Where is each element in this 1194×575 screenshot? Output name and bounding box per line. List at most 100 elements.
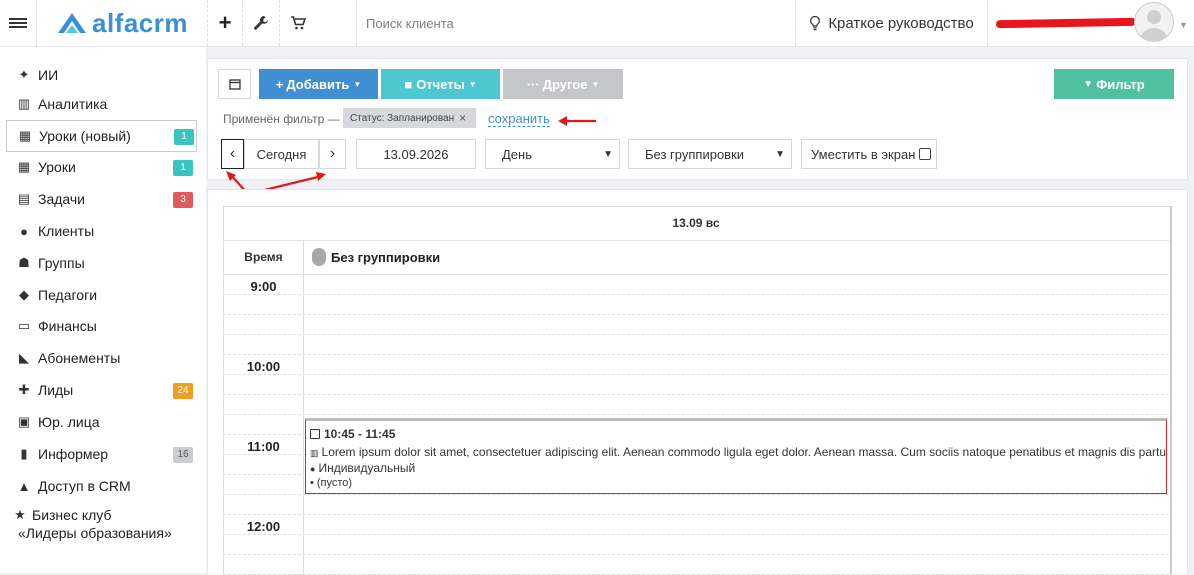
lesson-event-card[interactable]: 10:45 - 11:45 ▥ Lorem ipsum dolor sit ame… [305,418,1167,494]
grid-line [223,554,1169,555]
fit-screen-checkbox[interactable] [919,148,932,160]
view-select[interactable]: День ▼ [485,139,620,169]
event-type: Индивидуальный [318,461,416,475]
calendar-toggle-button[interactable] [218,69,251,99]
sidebar-item-label: Аналитика [38,96,108,112]
briefcase-icon: ▣ [17,414,31,429]
event-description: Lorem ipsum dolor sit amet, consectetuer… [321,445,1167,459]
sidebar-item-9[interactable]: ◣ Абонементы [6,343,195,373]
grid-line [223,534,1169,535]
sidebar-item-8[interactable]: ▭ Финансы [6,311,195,341]
sidebar-item-12[interactable]: ▮ Информер 16 [6,439,195,469]
grouping-select[interactable]: Без группировки ▼ [628,139,792,169]
sidebar-item-label: Группы [38,255,85,271]
logo-icon [58,13,86,33]
add-icon[interactable]: + [208,0,242,46]
wrench-icon[interactable] [243,0,279,46]
time-column-header: Время [244,250,283,264]
sidebar-item-2[interactable]: ▦ Уроки (новый) 1 [6,120,197,152]
sidebar-item-label: Лиды [38,382,74,398]
sidebar-item-label: Информер [38,446,109,462]
close-icon[interactable]: × [459,111,466,125]
map-icon: ▥ [310,448,319,458]
save-filter-link[interactable]: сохранить [488,112,550,127]
bullet-icon: • [310,477,314,489]
reports-label: Отчеты [416,76,465,92]
avatar[interactable] [1134,2,1174,42]
count-badge: 1 [173,160,193,176]
filter-chip-label: Статус: Запланирован [350,112,455,124]
filter-button[interactable]: ▼ Фильтр [1054,69,1174,99]
sidebar-item-label: Юр. лица [38,414,100,430]
grid-line [303,240,304,573]
lock-icon: ▲ [17,478,31,494]
view-select-value: День [502,146,532,162]
logo[interactable]: alfacrm [56,0,191,46]
applied-filter-label: Применён фильтр — [223,112,340,126]
grid-line [223,394,1169,395]
divider [36,0,37,46]
grid-line [223,514,1169,515]
sidebar-item-label: ИИ [38,67,59,83]
grid-line [223,354,1169,355]
tablet-icon: ▮ [20,446,28,461]
sidebar-item-11[interactable]: ▣ Юр. лица [6,407,195,437]
cart-icon[interactable] [280,0,316,46]
count-badge: 3 [173,192,193,208]
fit-screen-toggle[interactable]: Уместить в экран [801,139,937,169]
sidebar-item-label: Бизнес клуб [32,507,112,523]
guide-button[interactable]: Краткое руководство [796,0,986,46]
search-input[interactable]: Поиск клиента [357,0,796,46]
event-time: 10:45 - 11:45 [324,427,396,441]
red-arrow-annotation [558,116,596,126]
sidebar-item-0[interactable]: ✦ ИИ [6,60,195,90]
sidebar-item-13[interactable]: ▲ Доступ в CRM [6,471,195,501]
grid-line [223,334,1169,335]
chevron-right-icon: › [329,145,336,162]
user-plus-icon: ✚ [18,382,30,397]
dots-icon: ··· [526,76,540,92]
sidebar-item-4[interactable]: ▤ Задачи 3 [6,184,195,214]
user-icon: ● [20,223,28,239]
sidebar-item-label: Абонементы [38,350,121,366]
grid-line [223,494,1169,495]
calendar-icon: ▦ [17,159,31,174]
time-label: 12:00 [246,519,281,534]
chevron-down-icon[interactable]: ▼ [1179,20,1188,30]
sidebar-item-3[interactable]: ▦ Уроки 1 [6,152,195,182]
sidebar-item-7[interactable]: ◆ Педагоги [6,280,195,310]
reports-button[interactable]: ■ Отчеты ▼ [381,69,500,99]
next-day-button[interactable]: › [319,139,346,169]
time-label: 11:00 [247,439,280,454]
square-icon [310,429,320,439]
fit-screen-label: Уместить в экран [811,146,916,162]
add-button[interactable]: + Добавить ▼ [259,69,378,99]
sidebar-item-6[interactable]: ☗ Группы [6,248,195,278]
today-button[interactable]: Сегодня [244,139,319,169]
calendar-icon [228,79,241,90]
filter-label: Фильтр [1096,76,1145,92]
sidebar-item-5[interactable]: ● Клиенты [6,216,195,246]
event-extra: (пусто) [316,477,353,489]
user-icon: ● [310,464,316,474]
count-badge: 24 [173,383,193,399]
logo-text: alfacrm [92,7,188,38]
sidebar-item-10[interactable]: ✚ Лиды 24 [6,375,195,405]
menu-icon[interactable] [0,0,36,46]
count-badge: 1 [174,129,194,145]
time-label: 10:00 [246,359,281,374]
count-badge: 16 [173,447,193,463]
other-button[interactable]: ··· Другое ▼ [503,69,623,99]
date-input[interactable]: 13.09.2026 [356,139,476,169]
lightbulb-icon [810,15,821,31]
funnel-icon: ▼ [1083,78,1094,90]
grid-line [223,274,1169,275]
time-label: 9:00 [250,279,277,294]
sidebar-item-label: Уроки (новый) [39,128,131,144]
prev-day-button[interactable]: ‹ [221,139,244,169]
other-label: Другое [542,76,588,92]
guide-label: Краткое руководство [828,14,974,32]
sidebar-item-14[interactable]: ★ Бизнес клуб «Лидеры образования» [6,503,195,545]
sidebar-item-1[interactable]: ▥ Аналитика [6,89,195,119]
group-column-header: Без группировки [312,248,440,266]
